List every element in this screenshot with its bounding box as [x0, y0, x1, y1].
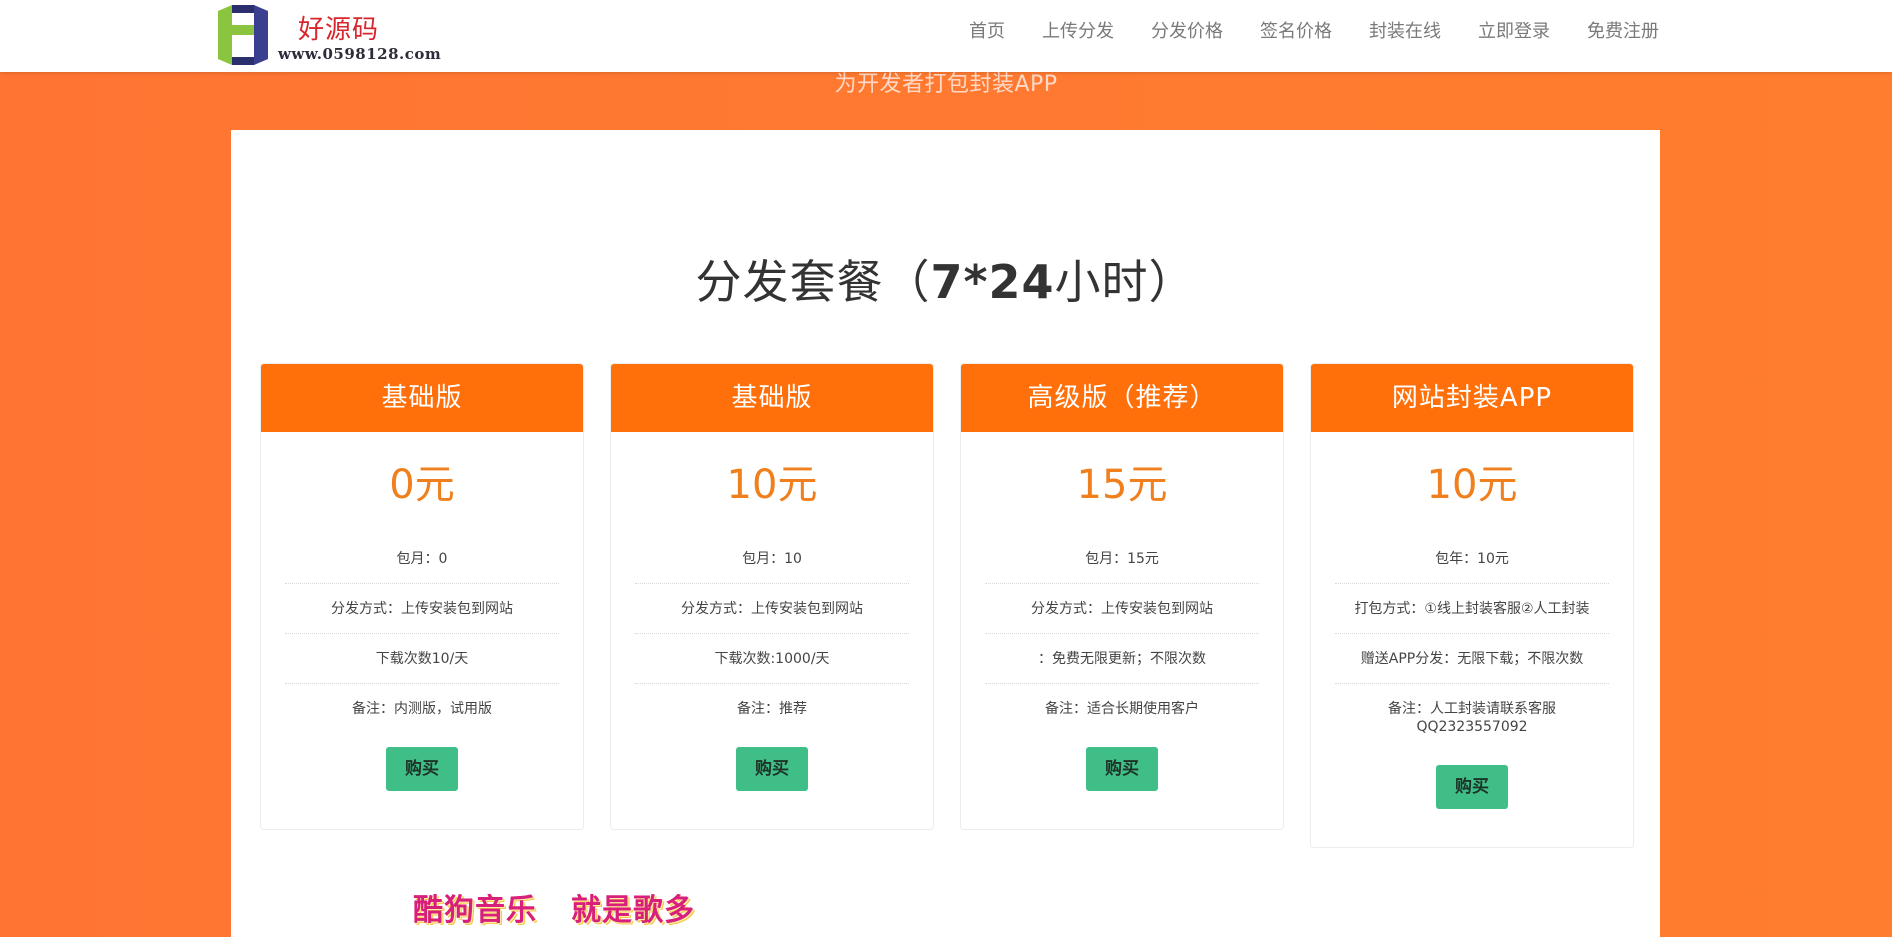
- logo-text: 好源码: [298, 15, 380, 45]
- plan-card-basic: 基础版 10元 包月：10 分发方式：上传安装包到网站 下载次数:1000/天 …: [610, 363, 934, 830]
- plan-name: 高级版（推荐）: [961, 364, 1283, 432]
- buy-button[interactable]: 购买: [736, 747, 808, 791]
- plan-features: 包年：10元 打包方式：①线上封装客服②人工封装 赠送APP分发：无限下载；不限…: [1335, 534, 1609, 751]
- footer-banner-part1: 酷狗音乐: [413, 893, 537, 928]
- pricing-panel: 分发套餐（7*24小时） 基础版 0元 包月：0 分发方式：上传安装包到网站 下…: [231, 130, 1660, 937]
- plan-feature: 包月：15元: [985, 534, 1259, 584]
- plan-feature: 打包方式：①线上封装客服②人工封装: [1335, 584, 1609, 634]
- plan-feature: 分发方式：上传安装包到网站: [635, 584, 909, 634]
- buy-button[interactable]: 购买: [1436, 765, 1508, 809]
- plan-feature: 备注：推荐: [737, 701, 807, 717]
- footer-banner-part2: 就是歌多: [571, 893, 695, 928]
- plan-feature: 备注：适合长期使用客户: [1045, 701, 1199, 717]
- nav-register[interactable]: 免费注册: [1587, 17, 1659, 43]
- plan-name: 网站封装APP: [1311, 364, 1633, 432]
- plan-card-web-package: 网站封装APP 10元 包年：10元 打包方式：①线上封装客服②人工封装 赠送A…: [1310, 363, 1634, 848]
- nav-distribute-price[interactable]: 分发价格: [1151, 17, 1223, 43]
- nav-login[interactable]: 立即登录: [1478, 17, 1550, 43]
- logo-url: www.0598128.com: [278, 45, 442, 63]
- buy-button[interactable]: 购买: [386, 747, 458, 791]
- pricing-cards: 基础版 0元 包月：0 分发方式：上传安装包到网站 下载次数10/天 备注：内测…: [260, 363, 1634, 883]
- plan-feature: 包年：10元: [1335, 534, 1609, 584]
- plan-feature: 分发方式：上传安装包到网站: [985, 584, 1259, 634]
- plan-features: 包月：0 分发方式：上传安装包到网站 下载次数10/天 备注：内测版，试用版: [285, 534, 559, 733]
- plan-feature: 赠送APP分发：无限下载；不限次数: [1335, 634, 1609, 684]
- site-logo[interactable]: 好源码 www.0598128.com: [218, 5, 448, 67]
- plan-features: 包月：15元 分发方式：上传安装包到网站 ：免费无限更新；不限次数 备注：适合长…: [985, 534, 1259, 733]
- plan-feature: 下载次数10/天: [285, 634, 559, 684]
- plan-feature: 备注：内测版，试用版: [352, 701, 492, 717]
- plan-price: 10元: [726, 462, 818, 508]
- plan-name: 基础版: [611, 364, 933, 432]
- plan-feature: 分发方式：上传安装包到网站: [285, 584, 559, 634]
- plan-price: 0元: [389, 462, 455, 508]
- buy-button[interactable]: 购买: [1086, 747, 1158, 791]
- plan-feature: ：免费无限更新；不限次数: [985, 634, 1259, 684]
- plan-card-basic-free: 基础版 0元 包月：0 分发方式：上传安装包到网站 下载次数10/天 备注：内测…: [260, 363, 584, 830]
- plan-feature: 包月：0: [285, 534, 559, 584]
- plan-card-advanced: 高级版（推荐） 15元 包月：15元 分发方式：上传安装包到网站 ：免费无限更新…: [960, 363, 1284, 830]
- plan-feature: 下载次数:1000/天: [635, 634, 909, 684]
- plan-name: 基础版: [261, 364, 583, 432]
- pricing-title-hours: 7*24: [930, 255, 1055, 309]
- main-nav: 首页 上传分发 分发价格 签名价格 封装在线 立即登录 免费注册: [969, 0, 1659, 60]
- plan-price: 10元: [1426, 462, 1518, 508]
- pricing-title-suffix: 小时）: [1054, 255, 1196, 309]
- nav-home[interactable]: 首页: [969, 17, 1005, 43]
- pricing-title-prefix: 分发套餐（: [695, 255, 931, 309]
- plan-price: 15元: [1076, 462, 1168, 508]
- plan-feature: 备注：人工封装请联系客服QQ2323557092: [1388, 701, 1556, 735]
- site-header: 好源码 www.0598128.com 首页 上传分发 分发价格 签名价格 封装…: [0, 0, 1892, 72]
- footer-banner: 酷狗音乐 就是歌多: [413, 885, 729, 929]
- nav-package-online[interactable]: 封装在线: [1369, 17, 1441, 43]
- nav-sign-price[interactable]: 签名价格: [1260, 17, 1332, 43]
- pricing-title: 分发套餐（7*24小时）: [231, 246, 1660, 312]
- nav-upload-distribute[interactable]: 上传分发: [1042, 17, 1114, 43]
- plan-features: 包月：10 分发方式：上传安装包到网站 下载次数:1000/天 备注：推荐: [635, 534, 909, 733]
- logo-mark-icon: [218, 5, 268, 65]
- plan-feature: 包月：10: [635, 534, 909, 584]
